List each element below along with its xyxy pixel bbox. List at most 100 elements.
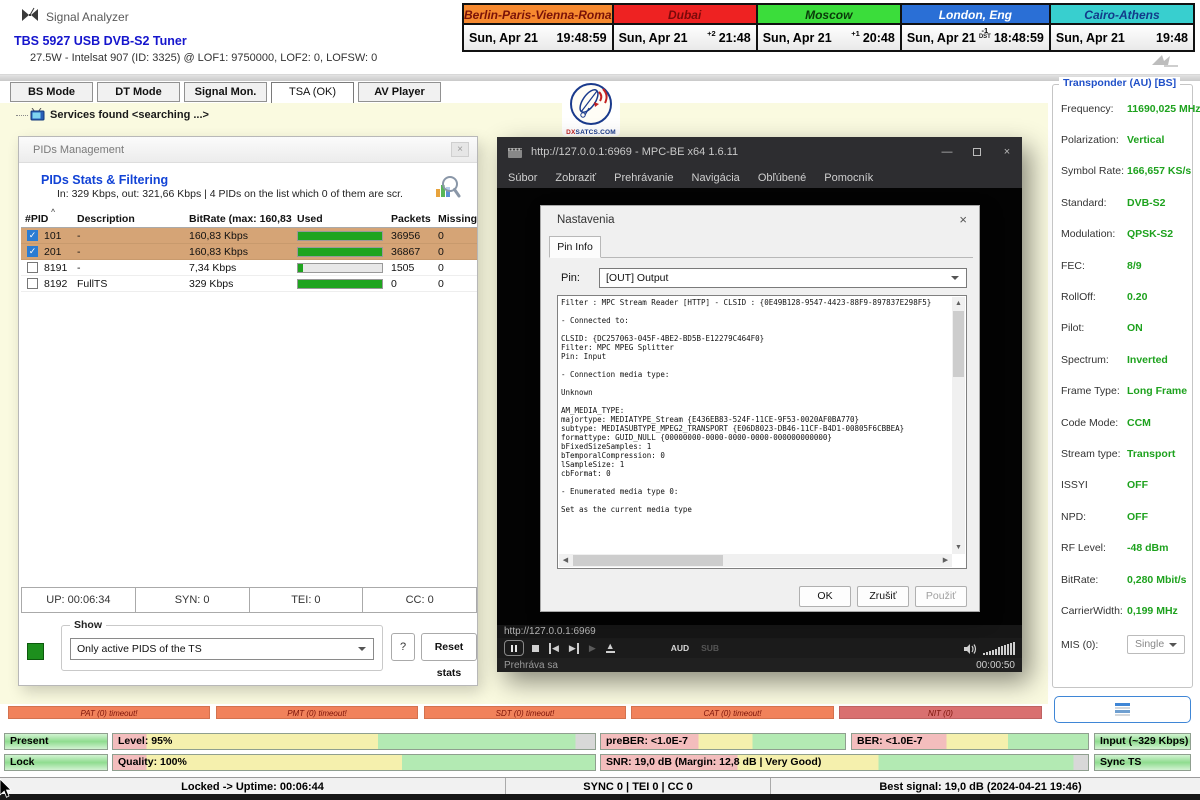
pid-row-8191[interactable]: ✓8191 - 7,34 Kbps 1505 0 <box>21 260 477 276</box>
mpc-titlebar[interactable]: http://127.0.0.1:6969 - MPC-BE x64 1.6.1… <box>497 137 1022 167</box>
tp-row-mis: MIS (0): Single <box>1061 631 1188 659</box>
mpc-app-icon <box>507 145 523 159</box>
pid-checkbox[interactable]: ✓ <box>27 262 38 273</box>
ok-button[interactable]: OK <box>799 586 851 607</box>
mis-dropdown[interactable]: Single <box>1127 635 1185 654</box>
tab-dt-mode[interactable]: DT Mode <box>97 82 180 102</box>
vertical-scrollbar[interactable]: ▲ ▼ <box>952 297 965 554</box>
dialog-close-icon[interactable]: × <box>959 212 967 227</box>
volume-slider[interactable] <box>983 642 1015 655</box>
clock-moscow: Moscow Sun, Apr 21+120:48 <box>758 5 902 50</box>
syn-cell: SYN: 0 <box>136 587 250 613</box>
pids-panel-title: PIDs Management <box>33 144 124 156</box>
next-button[interactable]: ▶ <box>569 643 579 654</box>
clock-city-label: Berlin-Paris-Vienna-Roma <box>464 5 612 25</box>
minimize-icon[interactable]: — <box>932 137 962 167</box>
stop-button[interactable] <box>532 645 539 652</box>
horizontal-scrollbar[interactable]: ◀ ▶ <box>559 554 952 567</box>
pid-checkbox[interactable]: ✓ <box>27 246 38 257</box>
scrollbar-thumb[interactable] <box>953 311 964 377</box>
pid-checkbox[interactable]: ✓ <box>27 278 38 289</box>
clock-date: Sun, Apr 21 <box>907 31 976 45</box>
stream-url-bar[interactable]: http://127.0.0.1:6969 <box>497 625 1022 638</box>
tp-row-code-mode: Code Mode:CCM <box>1061 407 1188 438</box>
pid-row-8192[interactable]: ✓8192 FullTS 329 Kbps 0 0 <box>21 276 477 292</box>
audio-track-button[interactable]: AUD <box>671 643 689 653</box>
frame-step-button[interactable]: ▶ <box>589 643 596 654</box>
app-title: Signal Analyzer <box>46 10 129 24</box>
signature-icon <box>1150 52 1180 68</box>
scroll-down-icon[interactable]: ▼ <box>952 541 965 554</box>
quality-bar: Quality: 100% <box>112 754 596 771</box>
tuner-detail: 27.5W - Intelsat 907 (ID: 3325) @ LOF1: … <box>30 52 377 64</box>
snr-bar: SNR: 19,0 dB (Margin: 12,8 dB | Very Goo… <box>600 754 1089 771</box>
clock-dubai: Dubai Sun, Apr 21+221:48 <box>614 5 758 50</box>
clock-city-label: Dubai <box>614 5 756 25</box>
services-tree-item[interactable]: Services found <searching ...> <box>16 107 209 123</box>
menu-navigation[interactable]: Navigácia <box>683 172 749 184</box>
clock-cairo: Cairo-Athens Sun, Apr 2119:48 <box>1051 5 1193 50</box>
pause-button[interactable] <box>504 640 524 656</box>
menu-help[interactable]: Pomocník <box>815 172 882 184</box>
tab-av-player[interactable]: AV Player <box>358 82 441 102</box>
close-icon[interactable]: × <box>992 137 1022 167</box>
pin-dropdown[interactable]: [OUT] Output <box>599 268 967 288</box>
tp-row-pilot: Pilot:ON <box>1061 313 1188 344</box>
apply-button[interactable]: Použiť <box>915 586 967 607</box>
eject-button[interactable]: ▲ <box>606 643 615 653</box>
scrollbar-thumb[interactable] <box>573 555 723 566</box>
pids-table-header[interactable]: ^ #PID Description BitRate (max: 160,83 … <box>21 211 477 228</box>
pid-checkbox[interactable]: ✓ <box>27 230 38 241</box>
dxsatcs-logo-text: DXSATCS.COM <box>562 129 620 136</box>
transponder-panel: Transponder (AU) [BS] Frequency:11690,02… <box>1052 84 1193 688</box>
pids-close-icon[interactable]: × <box>451 142 469 157</box>
show-label: Show <box>70 619 106 631</box>
pid-row-101[interactable]: ✓101 - 160,83 Kbps 36956 0 <box>21 228 477 244</box>
reset-stats-button[interactable]: Reset stats <box>421 633 477 661</box>
tp-row-standard: Standard:DVB-S2 <box>1061 187 1188 218</box>
volume-icon[interactable] <box>963 643 977 655</box>
menu-file[interactable]: Súbor <box>499 172 546 184</box>
tp-row-rolloff: RollOff:0.20 <box>1061 281 1188 312</box>
clock-date: Sun, Apr 21 <box>1056 31 1125 45</box>
subtitle-track-button[interactable]: SUB <box>701 643 719 653</box>
settings-dialog: Nastavenia × Pin Info Pin: [OUT] Output … <box>540 205 980 612</box>
dxsatcs-logo: DXSATCS.COM <box>562 82 620 136</box>
scroll-up-icon[interactable]: ▲ <box>952 297 965 310</box>
tab-pin-info[interactable]: Pin Info <box>549 236 601 258</box>
uptime-cell: UP: 00:06:34 <box>21 587 136 613</box>
pin-info-textbox[interactable]: Filter : MPC Stream Reader [HTTP] - CLSI… <box>557 295 967 569</box>
tab-bs-mode[interactable]: BS Mode <box>10 82 93 102</box>
clock-city-label: Cairo-Athens <box>1051 5 1193 25</box>
maximize-icon[interactable] <box>962 137 992 167</box>
pid-row-201[interactable]: ✓201 - 160,83 Kbps 36867 0 <box>21 244 477 260</box>
transponder-title: Transponder (AU) [BS] <box>1059 77 1180 89</box>
tuner-title: TBS 5927 USB DVB-S2 Tuner <box>14 34 187 48</box>
menu-favorites[interactable]: Obľúbené <box>749 172 815 184</box>
scroll-left-icon[interactable]: ◀ <box>559 554 572 567</box>
show-filter-dropdown[interactable]: Only active PIDS of the TS <box>70 638 374 660</box>
pids-panel-titlebar[interactable]: PIDs Management × <box>19 137 477 163</box>
sdt-bar: SDT (0) timeout! <box>424 706 626 719</box>
chevron-down-icon <box>1169 643 1177 647</box>
tab-signal-mon[interactable]: Signal Mon. <box>184 82 267 102</box>
clock-time: 20:48 <box>863 31 895 45</box>
previous-button[interactable]: ◀ <box>549 643 559 654</box>
stream-list-button[interactable] <box>1054 696 1191 723</box>
pat-bar: PAT (0) timeout! <box>8 706 210 719</box>
clock-city-label: London, Eng <box>902 5 1049 25</box>
menu-view[interactable]: Zobraziť <box>546 172 605 184</box>
ber-bar: BER: <1.0E-7 <box>851 733 1089 750</box>
tab-tsa[interactable]: TSA (OK) <box>271 82 354 104</box>
menu-playback[interactable]: Prehrávanie <box>605 172 682 184</box>
mpc-statusbar: Prehráva sa 00:00:50 <box>497 658 1022 672</box>
help-button[interactable]: ? <box>391 633 415 661</box>
clock-time: 18:48:59 <box>994 31 1044 45</box>
scroll-right-icon[interactable]: ▶ <box>939 554 952 567</box>
tp-row-rf-level: RF Level:-48 dBm <box>1061 532 1188 563</box>
cancel-button[interactable]: Zrušiť <box>857 586 909 607</box>
pin-label: Pin: <box>561 272 580 284</box>
mpc-be-window: http://127.0.0.1:6969 - MPC-BE x64 1.6.1… <box>497 137 1022 672</box>
cat-bar: CAT (0) timeout! <box>631 706 834 719</box>
sort-caret-icon: ^ <box>51 209 55 216</box>
